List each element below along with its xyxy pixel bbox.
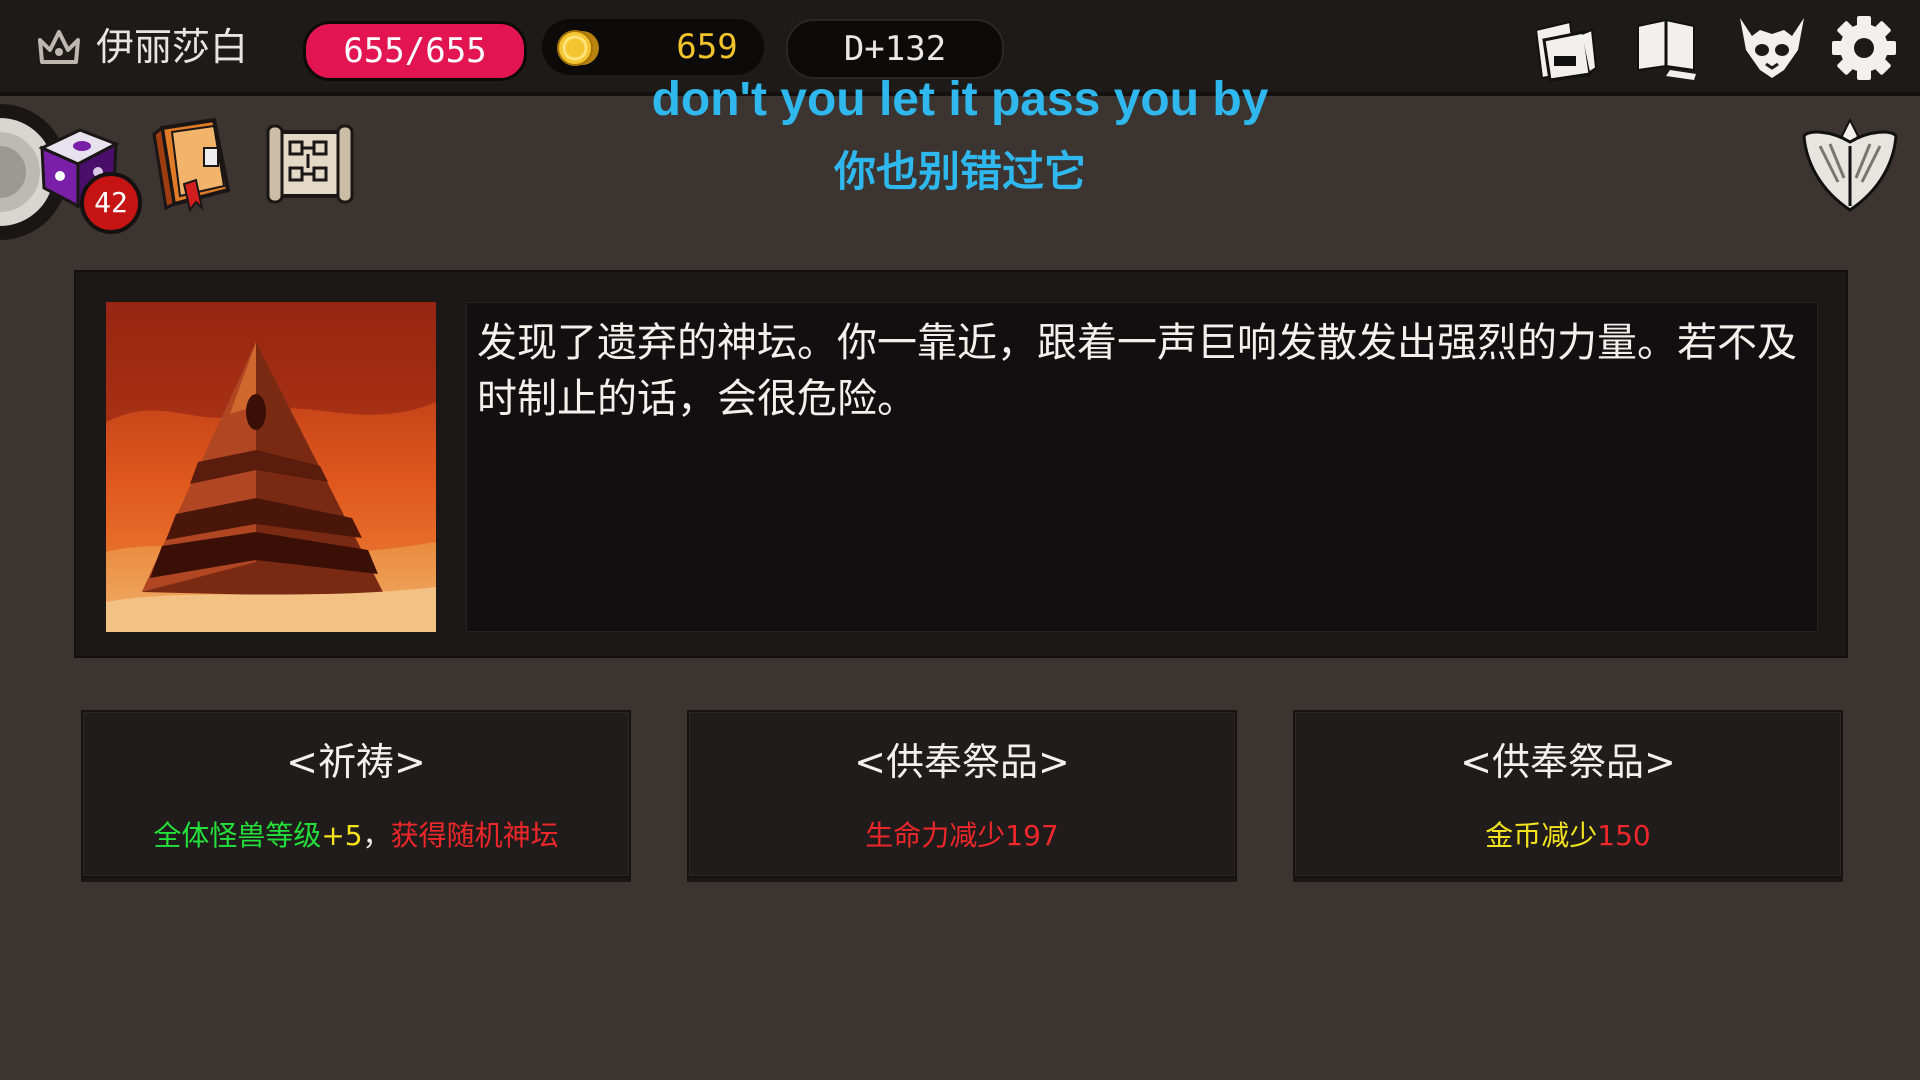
event-description: 发现了遗弃的神坛。你一靠近，跟着一声巨响发散发出强烈的力量。若不及时制止的话，会… — [477, 320, 1797, 422]
choice-title: <祈祷> — [286, 740, 426, 784]
winged-emblem-icon[interactable] — [1800, 112, 1900, 216]
choice-offering-gold-button[interactable]: <供奉祭品> 金币减少150 — [1293, 710, 1843, 878]
effect-separator: ， — [362, 819, 391, 852]
coin-icon — [557, 30, 599, 66]
choice-offering-hp-button[interactable]: <供奉祭品> 生命力减少197 — [687, 710, 1237, 878]
choice-effect: 全体怪兽等级+5，获得随机神坛 — [83, 816, 629, 856]
choice-effect: 金币减少150 — [1295, 816, 1841, 856]
effect-text: 全体怪兽等级 — [153, 819, 322, 852]
effect-value: 150 — [1597, 819, 1651, 852]
dice-count-badge: 42 — [80, 172, 142, 234]
player-name: 伊丽莎白 — [96, 25, 249, 69]
effect-text: 金币减少 — [1485, 819, 1598, 852]
choice-effect: 生命力减少197 — [689, 816, 1235, 856]
effect-value: +5 — [321, 819, 363, 852]
scroll-map-icon[interactable] — [262, 114, 358, 214]
effect-text: 生命力减少 — [865, 819, 1006, 852]
event-description-box: 发现了遗弃的神坛。你一靠近，跟着一声巨响发散发出强烈的力量。若不及时制止的话，会… — [466, 302, 1818, 632]
event-panel: 发现了遗弃的神坛。你一靠近，跟着一声巨响发散发出强烈的力量。若不及时制止的话，会… — [74, 270, 1848, 658]
choice-title: <供奉祭品> — [1460, 740, 1676, 784]
gold-counter: 659 — [542, 19, 764, 75]
gold-value: 659 — [676, 27, 738, 67]
pyramid-altar-image — [106, 302, 436, 632]
crown-icon — [38, 30, 80, 64]
choice-title: <供奉祭品> — [854, 740, 1070, 784]
effect-text: 获得随机神坛 — [390, 819, 559, 852]
effect-value: 197 — [1005, 819, 1059, 852]
choice-pray-button[interactable]: <祈祷> 全体怪兽等级+5，获得随机神坛 — [81, 710, 631, 878]
spellbook-icon[interactable] — [144, 114, 240, 214]
